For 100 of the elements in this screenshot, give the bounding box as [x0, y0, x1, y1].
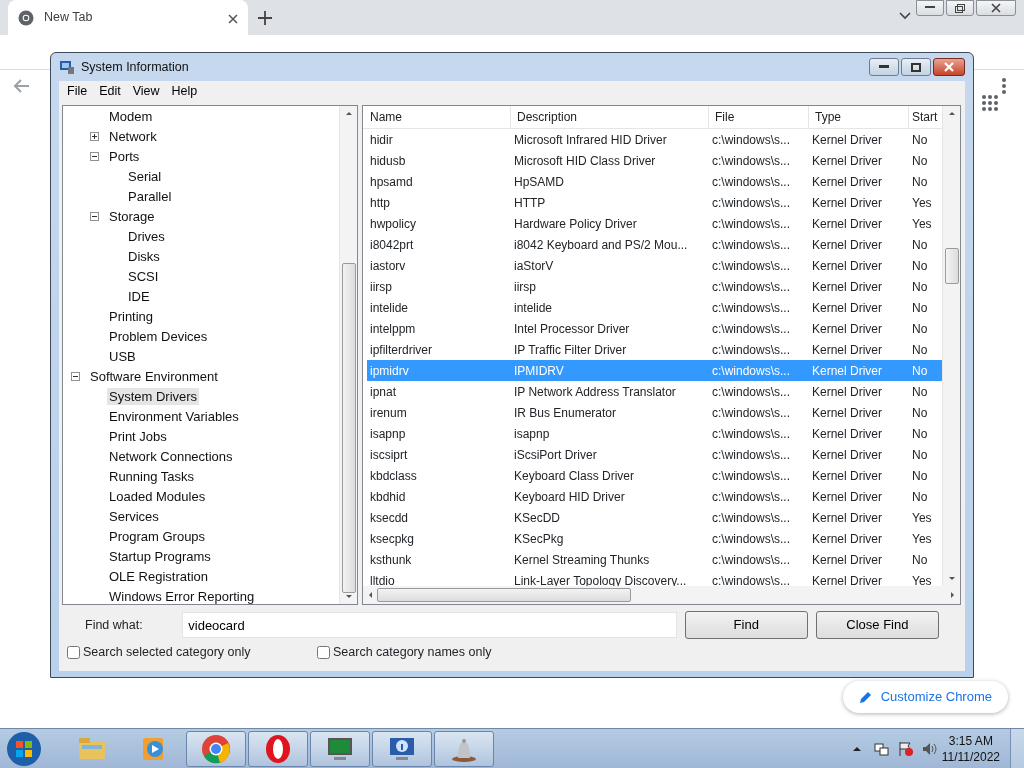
tree-item[interactable]: Parallel — [126, 187, 174, 205]
minimize-button[interactable] — [869, 58, 899, 76]
tree-item[interactable]: Running Tasks — [107, 467, 197, 485]
maximize-button[interactable] — [901, 58, 931, 76]
taskbar-app-button[interactable] — [186, 730, 246, 767]
flag-icon[interactable] — [897, 740, 914, 757]
start-button[interactable] — [4, 729, 44, 768]
table-row[interactable]: intelppm Intel Processor Driver c:\windows\s... Kernel Driver No — [367, 318, 942, 339]
table-cell-text: Kernel Driver — [811, 341, 884, 359]
close-button[interactable] — [976, 0, 1016, 16]
close-button[interactable] — [933, 58, 965, 76]
tree-item[interactable]: USB — [107, 347, 138, 365]
menu-icon[interactable] — [1000, 77, 1008, 95]
expander-icon[interactable] — [71, 371, 80, 381]
tree-item[interactable]: Printing — [107, 307, 156, 325]
table-row[interactable]: kbdclass Keyboard Class Driver c:\windows\s... Kernel Driver No — [367, 465, 942, 486]
tree-item[interactable]: Environment Variables — [107, 407, 241, 425]
close-icon — [991, 3, 1001, 13]
tree-item[interactable]: Windows Error Reporting — [107, 587, 257, 604]
dropdown-icon[interactable] — [899, 12, 911, 20]
table-row[interactable]: intelide intelide c:\windows\s... Kernel Driver No — [367, 297, 942, 318]
tree-item[interactable]: Network — [107, 127, 159, 145]
table-cell-text: iScsiPort Driver — [513, 446, 598, 464]
table-row[interactable]: ksecdd KSecDD c:\windows\s... Kernel Driver Yes — [367, 507, 942, 528]
table-row[interactable]: iirsp iirsp c:\windows\s... Kernel Driver No — [367, 276, 942, 297]
table-cell-text: c:\windows\s... — [711, 341, 792, 359]
menu-item[interactable]: View — [126, 81, 166, 101]
scroll-thumb[interactable] — [377, 588, 631, 602]
table-cell-text: c:\windows\s... — [711, 257, 792, 275]
table-row[interactable]: isapnp isapnp c:\windows\s... Kernel Driver No — [367, 423, 942, 444]
taskbar-app-button[interactable] — [248, 730, 308, 767]
table-cell-text: iirsp — [369, 278, 393, 296]
taskbar-app-button[interactable] — [434, 730, 494, 767]
customize-chrome-button[interactable]: Customize Chrome — [842, 681, 1008, 713]
table-row[interactable]: kbdhid Keyboard HID Driver c:\windows\s... Kernel Driver No — [367, 486, 942, 507]
table-cell-text: hidir — [369, 131, 394, 149]
tree-item[interactable]: Software Environment — [88, 367, 220, 385]
table-cell-text: No — [911, 299, 929, 317]
table-row[interactable]: ipfilterdriver IP Traffic Filter Driver c:\windows\s... Kernel Driver No — [367, 339, 942, 360]
tree-item[interactable]: Serial — [126, 167, 164, 185]
close-find-button[interactable]: Close Find — [815, 611, 939, 639]
tree-item[interactable]: System Drivers — [107, 387, 200, 405]
clock[interactable]: 3:15 AM 11/11/2022 — [941, 732, 1000, 765]
table-row[interactable]: iastorv iaStorV c:\windows\s... Kernel Driver No — [367, 255, 942, 276]
minimize-button[interactable] — [916, 0, 944, 16]
table-cell-text: Kernel Driver — [811, 278, 884, 296]
scroll-thumb[interactable] — [341, 263, 356, 593]
tree-item[interactable]: SCSI — [126, 267, 161, 285]
tree-item[interactable]: Drives — [126, 227, 167, 245]
tree-item[interactable]: Services — [107, 507, 161, 525]
expander-icon[interactable] — [90, 131, 99, 141]
table-row[interactable]: iscsiprt iScsiPort Driver c:\windows\s... Kernel Driver No — [367, 444, 942, 465]
tree-item[interactable]: Startup Programs — [107, 547, 213, 565]
taskbar-app-button[interactable] — [310, 730, 370, 767]
scrollbar[interactable] — [942, 106, 960, 586]
back-icon[interactable] — [13, 77, 31, 95]
tree-item[interactable]: Ports — [107, 147, 142, 165]
browser-tab[interactable]: New Tab — [8, 0, 248, 35]
find-button[interactable]: Find — [684, 611, 808, 639]
table-row[interactable]: ipnat IP Network Address Translator c:\windows\s... Kernel Driver No — [367, 381, 942, 402]
network-icon[interactable] — [873, 740, 890, 757]
menu-item[interactable]: File — [61, 81, 94, 101]
table-row[interactable]: ksthunk Kernel Streaming Thunks c:\windows\s... Kernel Driver No — [367, 549, 942, 570]
restore-icon — [955, 3, 965, 13]
menu-item[interactable]: Edit — [93, 81, 127, 101]
table-row[interactable]: ksecpkg KSecPkg c:\windows\s... Kernel Driver Yes — [367, 528, 942, 549]
table-cell-text: ksecdd — [369, 509, 410, 527]
show-hidden-icons[interactable] — [851, 744, 862, 753]
table-row[interactable]: hpsamd HpSAMD c:\windows\s... Kernel Driver No — [367, 171, 942, 192]
table-row[interactable]: i8042prt i8042 Keyboard and PS/2 Mou... c:\windows\s... Kernel Driver No — [367, 234, 942, 255]
table-row[interactable]: http HTTP c:\windows\s... Kernel Driver Yes — [367, 192, 942, 213]
table-row[interactable]: hidusb Microsoft HID Class Driver c:\windows\s... Kernel Driver No — [367, 150, 942, 171]
table-row[interactable]: hwpolicy Hardware Policy Driver c:\windows\s... Kernel Driver Yes — [367, 213, 942, 234]
expander-icon[interactable] — [90, 151, 99, 161]
tree-item[interactable]: Loaded Modules — [107, 487, 208, 505]
tree-item[interactable]: Print Jobs — [107, 427, 169, 445]
tree-item[interactable]: Problem Devices — [107, 327, 210, 345]
horizontal-scrollbar[interactable] — [363, 586, 960, 604]
table-row[interactable]: irenum IR Bus Enumerator c:\windows\s... Kernel Driver No — [367, 402, 942, 423]
table-row[interactable]: hidir Microsoft Infrared HID Driver c:\windows\s... Kernel Driver No — [367, 129, 942, 150]
checkbox[interactable] — [67, 645, 80, 659]
menu-item[interactable]: Help — [165, 81, 204, 101]
table-cell-text: No — [911, 446, 929, 464]
search-field[interactable]: videocard — [182, 612, 677, 638]
table-cell-text: c:\windows\s... — [711, 173, 792, 191]
taskbar-app-button[interactable] — [372, 730, 432, 767]
tree-item[interactable]: Network Connections — [107, 447, 235, 465]
tree-item[interactable]: Modem — [107, 107, 155, 125]
tree-item[interactable]: IDE — [126, 287, 152, 305]
tree-item[interactable]: Program Groups — [107, 527, 208, 545]
expander-icon[interactable] — [90, 211, 99, 221]
scroll-thumb[interactable] — [944, 248, 959, 284]
tree-item[interactable]: OLE Registration — [107, 567, 210, 585]
apps-grid-icon[interactable] — [981, 94, 999, 112]
tree-item[interactable]: Disks — [126, 247, 162, 265]
restore-button[interactable] — [946, 0, 974, 16]
table-cell-text: IPMIDRV — [513, 362, 565, 380]
tree-item[interactable]: Storage — [107, 207, 157, 225]
checkbox[interactable] — [317, 645, 330, 659]
scrollbar[interactable] — [339, 106, 357, 604]
